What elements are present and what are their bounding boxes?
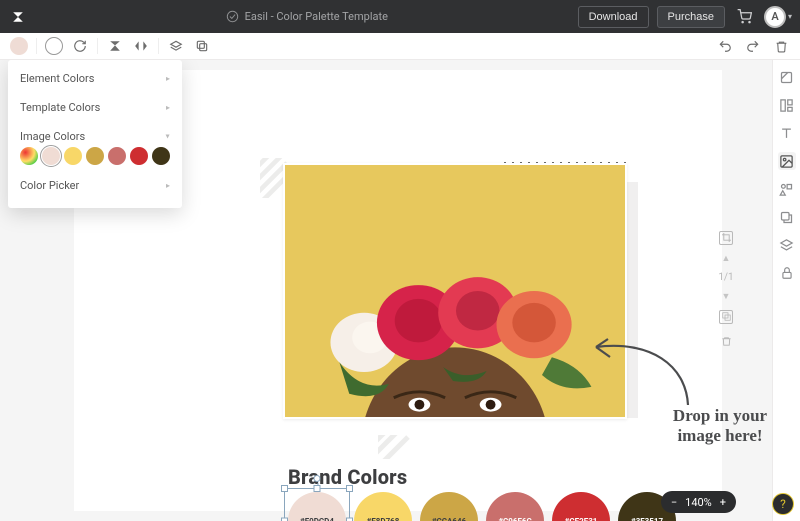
page-navigator: ▲ 1/1 ▼ [708, 60, 744, 521]
images-icon[interactable] [778, 152, 796, 170]
app-logo[interactable] [0, 0, 36, 33]
image-color-swatch[interactable] [86, 147, 104, 165]
brand-swatch[interactable]: #CCA646 [420, 492, 478, 521]
resize-handle-w[interactable] [281, 518, 288, 521]
zoom-out-button[interactable]: − [671, 496, 677, 509]
fill-color-tool[interactable] [10, 37, 28, 55]
check-circle-icon [226, 10, 239, 23]
document-title: Easil - Color Palette Template [245, 10, 388, 23]
help-button[interactable]: ? [772, 493, 794, 515]
color-dropdown-panel: Element Colors▸ Template Colors▸ Image C… [8, 60, 182, 208]
brand-swatch-label: #C96F6C [498, 517, 531, 521]
delete-button[interactable] [772, 37, 790, 55]
elements-icon[interactable] [778, 180, 796, 198]
outline-tool[interactable] [45, 37, 63, 55]
resize-handle-n[interactable] [314, 485, 321, 492]
image-color-swatch[interactable] [42, 147, 60, 165]
brand-swatch[interactable]: #C96F6C [486, 492, 544, 521]
lock-icon[interactable] [778, 264, 796, 282]
chevron-down-icon: ▸ [163, 134, 172, 138]
document-title-area: Easil - Color Palette Template [36, 10, 578, 23]
layers-tool[interactable] [167, 37, 185, 55]
rotate-tool[interactable] [71, 37, 89, 55]
resize-handle-e[interactable] [346, 518, 353, 521]
brand-icon[interactable] [778, 208, 796, 226]
context-toolbar [0, 33, 800, 60]
element-colors-item[interactable]: Element Colors▸ [8, 64, 182, 93]
undo-button[interactable] [716, 37, 734, 55]
delete-page-icon[interactable] [721, 332, 732, 351]
brand-swatch-label: #CCA646 [432, 517, 466, 521]
chevron-right-icon: ▸ [166, 103, 170, 112]
avatar: A [764, 6, 786, 28]
flip-h-tool[interactable] [132, 37, 150, 55]
resize-icon[interactable] [778, 68, 796, 86]
duplicate-page-icon[interactable] [719, 310, 733, 324]
image-color-swatch[interactable] [152, 147, 170, 165]
image-thumb-swatch[interactable] [20, 147, 38, 165]
brand-swatch-label: #CE2E31 [565, 517, 598, 521]
brand-swatch[interactable]: #CE2E31 [552, 492, 610, 521]
cart-icon[interactable] [733, 9, 756, 24]
arrow-annotation [590, 325, 700, 411]
image-color-swatches [8, 147, 182, 171]
page-down-button[interactable]: ▼ [722, 291, 731, 302]
account-menu[interactable]: A ▾ [764, 6, 792, 28]
rotation-handle[interactable] [314, 475, 321, 482]
right-tool-rail [772, 60, 800, 521]
resize-handle-nw[interactable] [281, 485, 288, 492]
image-colors-item[interactable]: Image Colors▸ [8, 122, 182, 147]
chevron-right-icon: ▸ [166, 74, 170, 83]
crop-page-icon[interactable] [719, 231, 733, 245]
zoom-in-button[interactable]: + [720, 496, 726, 509]
redo-button[interactable] [744, 37, 762, 55]
zoom-value[interactable]: 140% [685, 496, 712, 509]
brand-swatch-label: #F8D768 [367, 517, 400, 521]
text-icon[interactable] [778, 124, 796, 142]
logo-icon [10, 9, 26, 25]
decor-stripes-bottom [378, 435, 410, 459]
layout-icon[interactable] [778, 96, 796, 114]
app-header: Easil - Color Palette Template Download … [0, 0, 800, 33]
resize-handle-ne[interactable] [346, 485, 353, 492]
purchase-button[interactable]: Purchase [657, 6, 725, 28]
brand-swatch-label: #3F3517 [631, 517, 663, 521]
scale-tool[interactable] [106, 37, 124, 55]
page-indicator: 1/1 [718, 272, 733, 283]
template-colors-item[interactable]: Template Colors▸ [8, 93, 182, 122]
color-picker-item[interactable]: Color Picker▸ [8, 171, 182, 200]
duplicate-tool[interactable] [193, 37, 211, 55]
image-color-swatch[interactable] [130, 147, 148, 165]
zoom-control: − 140% + [661, 491, 736, 513]
chevron-down-icon: ▾ [788, 12, 792, 21]
brand-swatch[interactable]: #F8D768 [354, 492, 412, 521]
download-button[interactable]: Download [578, 6, 649, 28]
chevron-right-icon: ▸ [166, 181, 170, 190]
image-color-swatch[interactable] [108, 147, 126, 165]
hero-image[interactable] [283, 163, 627, 419]
canvas[interactable]: Drop in your image here! Brand Colors #F… [0, 60, 772, 521]
image-color-swatch[interactable] [64, 147, 82, 165]
layers-panel-icon[interactable] [778, 236, 796, 254]
page-up-button[interactable]: ▲ [722, 253, 731, 264]
selection-outline[interactable] [284, 488, 350, 521]
